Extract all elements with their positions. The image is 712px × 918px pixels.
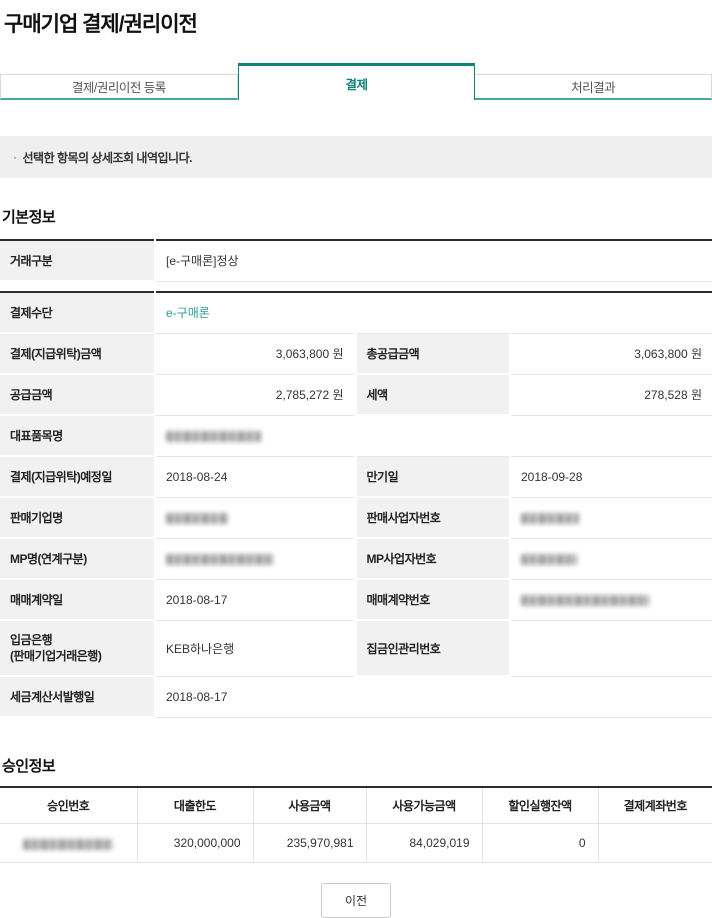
mp-biz-no-value: [510, 538, 712, 579]
total-supply-value: 3,063,800 원: [510, 333, 712, 374]
discount-balance-value: 0: [482, 824, 598, 863]
approval-info-heading: 승인정보: [2, 755, 712, 776]
collector-no-label: 집금인관리번호: [355, 620, 510, 676]
tab-result[interactable]: 처리결과: [475, 74, 712, 100]
table-row: 결제수단 e-구매론: [0, 292, 712, 333]
mp-biz-no-label: MP사업자번호: [355, 538, 510, 579]
bullet-icon: ·: [13, 150, 17, 164]
redacted-value: [166, 554, 274, 565]
supply-amount-label: 공급금액: [0, 374, 155, 415]
tab-result-label: 처리결과: [571, 77, 615, 96]
deposit-bank-label: 입금은행 (판매기업거래은행): [0, 620, 155, 676]
table-row: 결제(지급위탁)예정일 2018-08-24 만기일 2018-09-28: [0, 456, 712, 497]
redacted-value: [521, 595, 649, 606]
approval-no-value: [0, 824, 137, 863]
supply-amount-value: 2,785,272 원: [155, 374, 355, 415]
mp-name-label: MP명(연계구분): [0, 538, 155, 579]
settlement-account-value: [598, 824, 712, 863]
pay-amount-label: 결제(지급위탁)금액: [0, 333, 155, 374]
loan-limit-value: 320,000,000: [137, 824, 253, 863]
contract-date-label: 매매계약일: [0, 579, 155, 620]
redacted-value: [521, 513, 579, 524]
approval-info-table: 승인번호 대출한도 사용금액 사용가능금액 할인실행잔액 결제계좌번호 320,…: [0, 786, 712, 863]
col-approval-no: 승인번호: [0, 787, 137, 824]
tab-registration-label: 결제/권리이전 등록: [72, 77, 166, 96]
trade-type-value: [e-구매론]정상: [155, 240, 712, 281]
mp-name-value: [155, 538, 355, 579]
pay-method-value: e-구매론: [155, 292, 712, 333]
tax-label: 세액: [355, 374, 510, 415]
table-row: 판매기업명 판매사업자번호: [0, 497, 712, 538]
maturity-date-value: 2018-09-28: [510, 456, 712, 497]
col-used-amount: 사용금액: [253, 787, 366, 824]
seller-biz-no-value: [510, 497, 712, 538]
pay-due-date-value: 2018-08-24: [155, 456, 355, 497]
redacted-value: [23, 839, 113, 850]
total-supply-label: 총공급금액: [355, 333, 510, 374]
tab-registration[interactable]: 결제/권리이전 등록: [0, 74, 238, 100]
previous-button[interactable]: 이전: [321, 883, 391, 918]
tab-payment-label: 결제: [346, 74, 368, 93]
used-amount-value: 235,970,981: [253, 824, 366, 863]
basic-info-table-1: 거래구분 [e-구매론]정상: [0, 239, 712, 282]
tax-invoice-date-label: 세금계산서발행일: [0, 676, 155, 717]
tab-bar: 결제/권리이전 등록 결제 처리결과: [0, 63, 712, 100]
col-settlement-account: 결제계좌번호: [598, 787, 712, 824]
basic-info-heading: 기본정보: [2, 206, 712, 227]
tax-value: 278,528 원: [510, 374, 712, 415]
table-row: 입금은행 (판매기업거래은행) KEB하나은행 집금인관리번호: [0, 620, 712, 676]
table-row: 매매계약일 2018-08-17 매매계약번호: [0, 579, 712, 620]
contract-date-value: 2018-08-17: [155, 579, 355, 620]
redacted-value: [166, 513, 228, 524]
footer-actions: 이전: [0, 883, 712, 918]
table-row: 대표품목명: [0, 415, 712, 456]
page-title: 구매기업 결제/권리이전: [4, 8, 712, 38]
redacted-value: [166, 431, 261, 442]
available-amount-value: 84,029,019: [366, 824, 482, 863]
pay-method-label: 결제수단: [0, 292, 155, 333]
table-row: 공급금액 2,785,272 원 세액 278,528 원: [0, 374, 712, 415]
table-header-row: 승인번호 대출한도 사용금액 사용가능금액 할인실행잔액 결제계좌번호: [0, 787, 712, 824]
seller-biz-no-label: 판매사업자번호: [355, 497, 510, 538]
notice-text: 선택한 항목의 상세조회 내역입니다.: [23, 149, 192, 166]
maturity-date-label: 만기일: [355, 456, 510, 497]
contract-no-label: 매매계약번호: [355, 579, 510, 620]
table-row: 세금계산서발행일 2018-08-17: [0, 676, 712, 717]
pay-due-date-label: 결제(지급위탁)예정일: [0, 456, 155, 497]
page-container: 구매기업 결제/권리이전 결제/권리이전 등록 결제 처리결과 · 선택한 항목…: [0, 0, 712, 918]
notice-banner: · 선택한 항목의 상세조회 내역입니다.: [0, 136, 712, 178]
item-name-value: [155, 415, 712, 456]
deposit-bank-label-line2: (판매기업거래은행): [10, 648, 146, 664]
trade-type-label: 거래구분: [0, 240, 155, 281]
col-discount-balance: 할인실행잔액: [482, 787, 598, 824]
table-row: 결제(지급위탁)금액 3,063,800 원 총공급금액 3,063,800 원: [0, 333, 712, 374]
item-name-label: 대표품목명: [0, 415, 155, 456]
table-row: 거래구분 [e-구매론]정상: [0, 240, 712, 281]
table-row: MP명(연계구분) MP사업자번호: [0, 538, 712, 579]
tax-invoice-date-value: 2018-08-17: [155, 676, 712, 717]
col-available-amount: 사용가능금액: [366, 787, 482, 824]
contract-no-value: [510, 579, 712, 620]
collector-no-value: [510, 620, 712, 676]
col-loan-limit: 대출한도: [137, 787, 253, 824]
deposit-bank-label-line1: 입금은행: [10, 632, 146, 648]
table-row: 320,000,000 235,970,981 84,029,019 0: [0, 824, 712, 863]
seller-name-value: [155, 497, 355, 538]
basic-info-table-2: 결제수단 e-구매론 결제(지급위탁)금액 3,063,800 원 총공급금액 …: [0, 291, 712, 718]
deposit-bank-value: KEB하나은행: [155, 620, 355, 676]
tab-payment[interactable]: 결제: [238, 63, 476, 100]
pay-amount-value: 3,063,800 원: [155, 333, 355, 374]
redacted-value: [521, 554, 577, 565]
seller-name-label: 판매기업명: [0, 497, 155, 538]
